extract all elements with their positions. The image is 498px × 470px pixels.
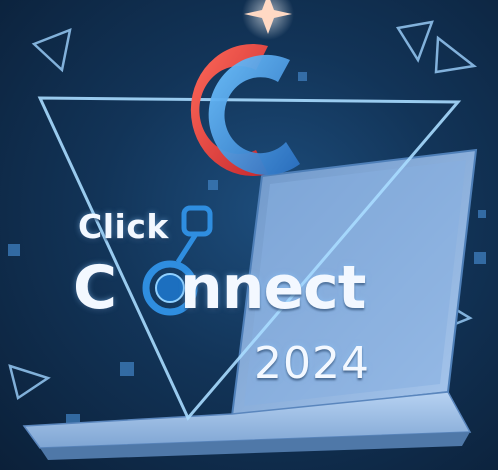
title-word-connect: Cnnect (73, 253, 366, 323)
event-poster: Click Cnnect 2024 (0, 0, 498, 470)
c-logo-icon (190, 44, 300, 177)
star-flare-icon (242, 0, 294, 40)
poster-artwork (8, 0, 486, 460)
event-year: 2024 (254, 338, 370, 389)
title-connect-rest: nnect (180, 253, 366, 323)
title-word-click: Click (78, 207, 169, 246)
title-connect-first-letter: C (73, 253, 117, 323)
